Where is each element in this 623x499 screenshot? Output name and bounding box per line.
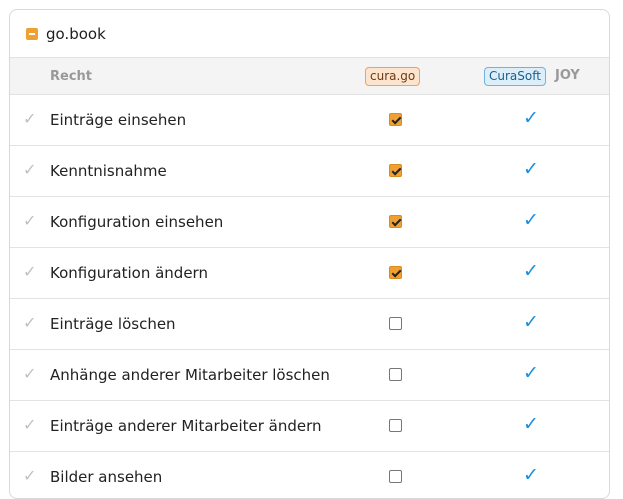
row-check-icon: ✓ bbox=[23, 160, 37, 179]
joy-label: JOY bbox=[555, 68, 580, 83]
permission-label: Bilder ansehen bbox=[50, 468, 163, 486]
row-check-icon: ✓ bbox=[23, 415, 37, 434]
curasoft-check-icon: ✓ bbox=[523, 107, 539, 129]
permission-row: ✓ Einträge einsehen ✓ bbox=[10, 95, 609, 146]
permission-row: ✓ Einträge löschen ✓ bbox=[10, 299, 609, 350]
panel-title: go.book bbox=[46, 24, 106, 43]
permission-row: ✓ Konfiguration ändern ✓ bbox=[10, 248, 609, 299]
curasoft-check-icon: ✓ bbox=[523, 158, 539, 180]
cura-go-checkbox-checked[interactable] bbox=[389, 113, 402, 126]
collapse-icon[interactable] bbox=[26, 27, 38, 40]
curasoft-check-icon: ✓ bbox=[523, 209, 539, 231]
curasoft-check-icon: ✓ bbox=[523, 413, 539, 435]
cura-go-checkbox-checked[interactable] bbox=[389, 266, 402, 279]
panel-header[interactable]: go.book bbox=[10, 10, 609, 58]
permission-label: Konfiguration ändern bbox=[50, 264, 208, 282]
row-check-icon: ✓ bbox=[23, 364, 37, 383]
row-check-icon: ✓ bbox=[23, 466, 37, 485]
row-check-icon: ✓ bbox=[23, 211, 37, 230]
cura-go-badge: cura.go bbox=[365, 67, 421, 86]
permission-label: Kenntnisnahme bbox=[50, 162, 167, 180]
permission-rows: ✓ Einträge einsehen ✓ ✓ Kenntnisnahme ✓ ✓ Konfi… bbox=[10, 95, 609, 498]
permission-label: Anhänge anderer Mitarbeiter löschen bbox=[50, 366, 330, 384]
curasoft-check-icon: ✓ bbox=[523, 464, 539, 486]
permission-row: ✓ Kenntnisnahme ✓ bbox=[10, 146, 609, 197]
permission-label: Einträge löschen bbox=[50, 315, 176, 333]
permission-row: ✓ Konfiguration einsehen ✓ bbox=[10, 197, 609, 248]
curasoft-badge: CuraSoft bbox=[484, 67, 546, 86]
cura-go-checkbox-unchecked[interactable] bbox=[389, 368, 402, 381]
column-label-recht: Recht bbox=[50, 68, 93, 84]
cura-go-checkbox-unchecked[interactable] bbox=[389, 419, 402, 432]
cura-go-checkbox-unchecked[interactable] bbox=[389, 470, 402, 483]
permission-label: Einträge einsehen bbox=[50, 111, 187, 129]
row-check-icon: ✓ bbox=[23, 109, 37, 128]
curasoft-check-icon: ✓ bbox=[523, 311, 539, 333]
permission-label: Einträge anderer Mitarbeiter ändern bbox=[50, 417, 322, 435]
row-check-icon: ✓ bbox=[23, 313, 37, 332]
cura-go-checkbox-checked[interactable] bbox=[389, 164, 402, 177]
row-check-icon: ✓ bbox=[23, 262, 37, 281]
permission-label: Konfiguration einsehen bbox=[50, 213, 224, 231]
cura-go-checkbox-checked[interactable] bbox=[389, 215, 402, 228]
curasoft-check-icon: ✓ bbox=[523, 260, 539, 282]
curasoft-check-icon: ✓ bbox=[523, 362, 539, 384]
permission-row: ✓ Anhänge anderer Mitarbeiter löschen ✓ bbox=[10, 350, 609, 401]
permissions-panel: go.book Recht cura.go CuraSoft JOY ✓ Eint… bbox=[9, 9, 610, 499]
column-header: Recht cura.go CuraSoft JOY bbox=[10, 58, 609, 95]
cura-go-checkbox-unchecked[interactable] bbox=[389, 317, 402, 330]
permission-row: ✓ Einträge anderer Mitarbeiter ändern ✓ bbox=[10, 401, 609, 452]
